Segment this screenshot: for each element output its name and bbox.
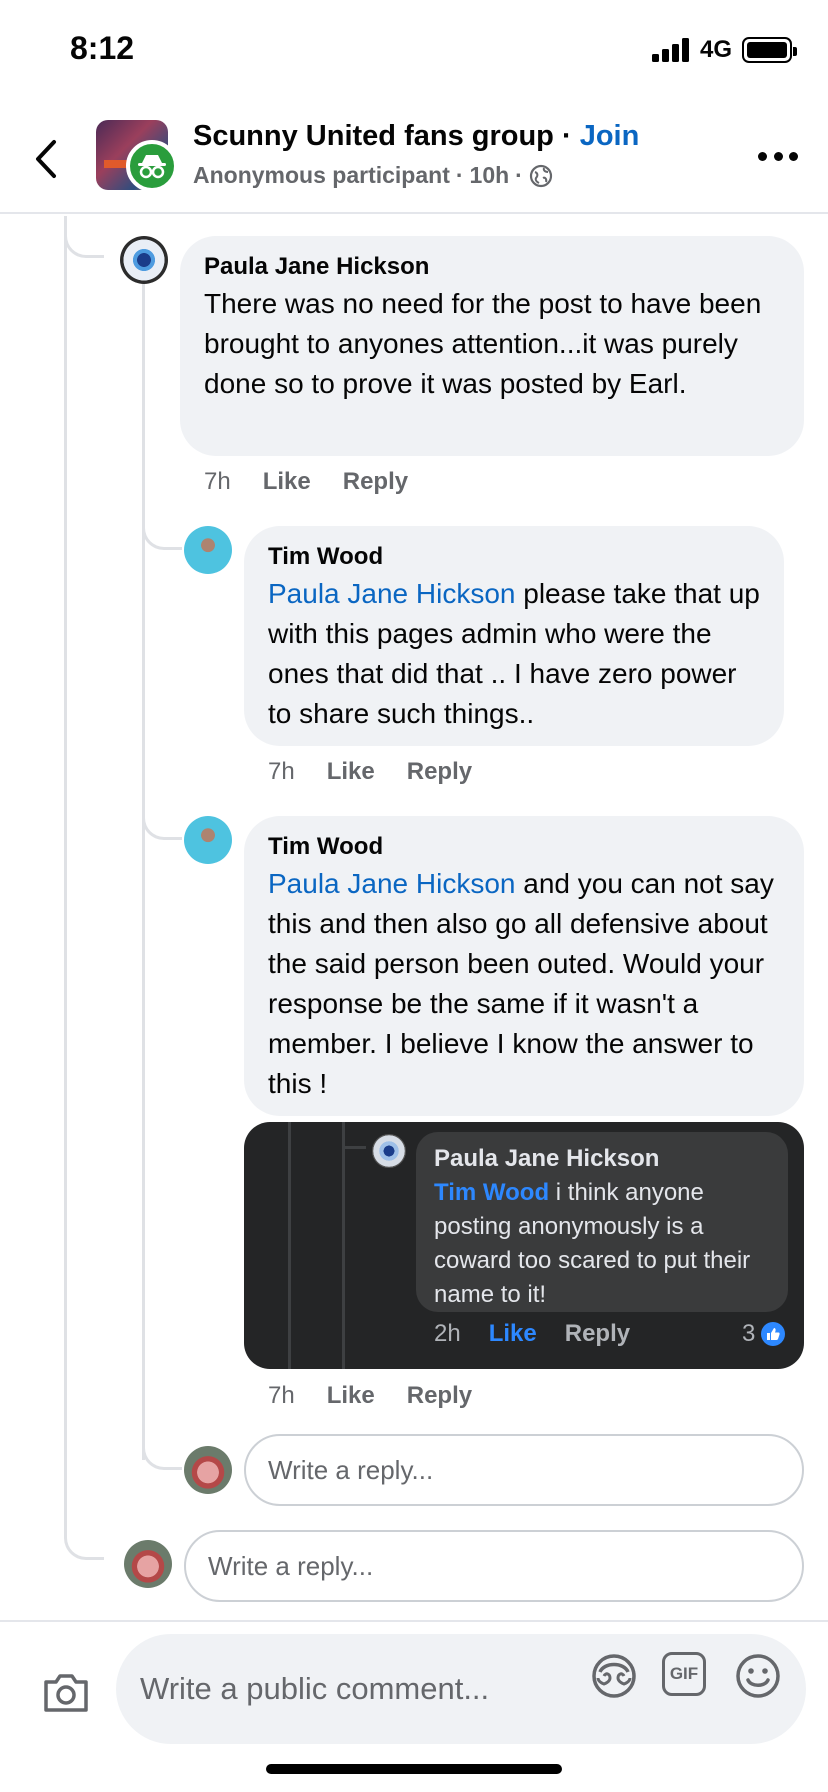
comment-bubble: Tim Wood Paula Jane Hickson and you can … <box>244 816 804 1116</box>
reply-button[interactable]: Reply <box>407 758 472 786</box>
meta-dot: · <box>515 162 523 188</box>
avatar <box>184 1446 232 1494</box>
embedded-screenshot[interactable]: Paula Jane Hickson Tim Wood i think anyo… <box>244 1122 804 1369</box>
like-button[interactable]: Like <box>263 468 311 496</box>
avatar[interactable] <box>184 816 232 864</box>
thread-connector <box>142 500 182 550</box>
thread-connector <box>64 216 104 258</box>
thread-connector <box>142 790 182 840</box>
avatar <box>372 1134 406 1168</box>
comment-author[interactable]: Paula Jane Hickson <box>204 252 780 282</box>
post-age: 10h <box>469 162 510 188</box>
comment-time: 7h <box>268 758 295 785</box>
embedded-actions: 2h Like Reply <box>434 1320 630 1348</box>
emoji-icon[interactable] <box>734 1652 782 1700</box>
embedded-reply: Reply <box>564 1320 631 1347</box>
camera-icon[interactable] <box>42 1672 90 1714</box>
reply-button[interactable]: Reply <box>343 468 408 496</box>
meta-dot: · <box>455 162 464 188</box>
comment-bubble: Tim Wood Paula Jane Hickson please take … <box>244 526 784 746</box>
avatar-sticker-icon[interactable] <box>590 1652 638 1700</box>
avatar[interactable] <box>120 236 168 284</box>
home-indicator[interactable] <box>266 1764 562 1774</box>
embedded-comment-bubble: Paula Jane Hickson Tim Wood i think anyo… <box>416 1132 788 1312</box>
comment-author[interactable]: Tim Wood <box>268 542 760 572</box>
more-options-icon[interactable] <box>758 152 798 164</box>
group-title: Scunny United fans group · Join <box>193 120 639 153</box>
title-separator: · <box>553 120 580 152</box>
avatar[interactable] <box>184 526 232 574</box>
group-name[interactable]: Scunny United fans group <box>193 120 554 152</box>
comment-text: Paula Jane Hickson and you can not say t… <box>268 864 780 1104</box>
battery-icon <box>742 37 797 63</box>
mention-link[interactable]: Paula Jane Hickson <box>268 868 515 899</box>
comment-body: and you can not say this and then also g… <box>268 868 774 1099</box>
reply-button[interactable]: Reply <box>407 1382 472 1410</box>
embedded-mention: Tim Wood <box>434 1179 550 1206</box>
status-time: 8:12 <box>70 30 135 66</box>
embedded-like: Like <box>488 1320 537 1347</box>
thread-connector <box>64 1500 104 1560</box>
comment-time: 7h <box>268 1382 295 1409</box>
embedded-text: Tim Wood i think anyone posting anonymou… <box>434 1176 770 1312</box>
thumbs-up-icon <box>761 1322 786 1346</box>
globe-icon <box>529 164 552 187</box>
signal-icon <box>652 38 689 62</box>
comment-actions: 7h Like Reply <box>268 1382 472 1410</box>
comment-bubble: Paula Jane Hickson There was no need for… <box>180 236 804 456</box>
comment-time: 7h <box>204 468 231 495</box>
poster-name: Anonymous participant <box>193 162 450 188</box>
reaction-count: 3 <box>742 1320 786 1348</box>
comment-text: Paula Jane Hickson please take that up w… <box>268 574 760 734</box>
reaction-number: 3 <box>742 1320 756 1347</box>
like-button[interactable]: Like <box>327 1382 375 1410</box>
embedded-author: Paula Jane Hickson <box>434 1145 660 1172</box>
network-type: 4G <box>700 36 733 63</box>
embedded-time: 2h <box>434 1320 461 1347</box>
reply-input[interactable]: Write a reply... <box>244 1434 804 1506</box>
comment-actions: 7h Like Reply <box>268 758 472 786</box>
join-link[interactable]: Join <box>580 120 640 152</box>
anonymous-icon <box>126 140 178 192</box>
like-button[interactable]: Like <box>327 758 375 786</box>
thread-line <box>64 216 67 1534</box>
comment-author[interactable]: Tim Wood <box>268 832 780 862</box>
back-icon[interactable] <box>30 138 62 180</box>
thread-line <box>142 270 145 1460</box>
mention-link[interactable]: Paula Jane Hickson <box>268 578 515 609</box>
reply-input[interactable]: Write a reply... <box>184 1530 804 1602</box>
thread-connector <box>142 1420 182 1470</box>
gif-icon[interactable]: GIF <box>662 1652 706 1696</box>
post-header: Scunny United fans group · Join Anonymou… <box>0 100 828 214</box>
avatar <box>124 1540 172 1588</box>
post-meta: Anonymous participant · 10h · <box>193 162 553 189</box>
comment-text: There was no need for the post to have b… <box>204 288 762 399</box>
comment-actions: 7h Like Reply <box>204 468 408 496</box>
